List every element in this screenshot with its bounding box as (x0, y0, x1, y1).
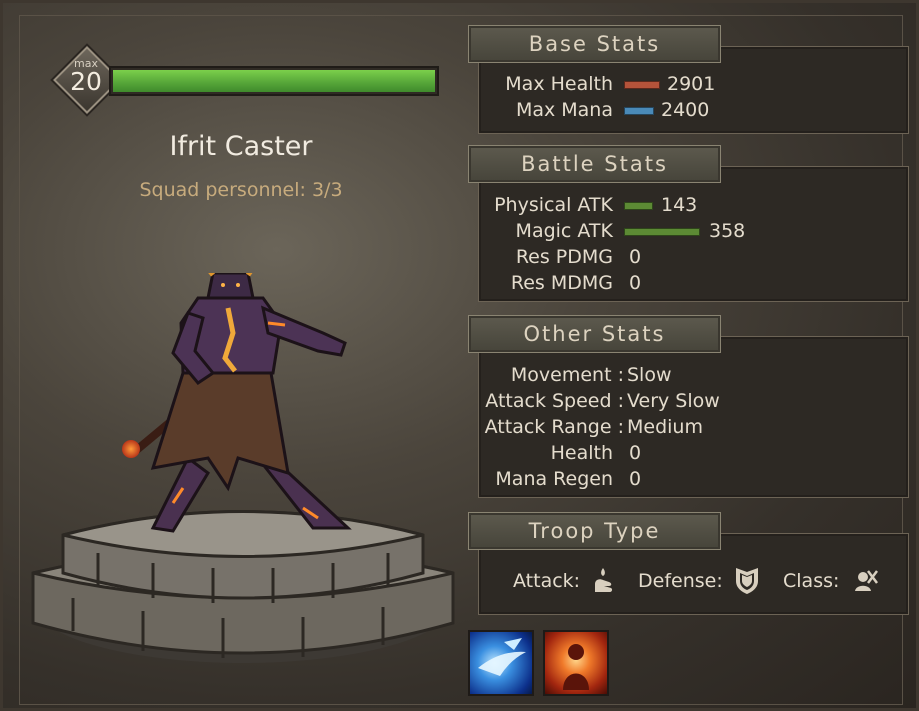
max-mana-value: 2400 (661, 99, 710, 121)
mana-regen-value: 0 (629, 468, 642, 490)
physical-atk-value: 143 (661, 194, 698, 216)
magic-atk-value: 358 (709, 220, 746, 242)
physical-atk-label: Physical ATK (494, 194, 613, 216)
attack-speed-label: Attack Speed : (485, 390, 624, 412)
res-mdmg-label: Res MDMG (510, 272, 613, 294)
health-label: Health (550, 442, 613, 464)
troop-attack-label: Attack: (513, 570, 581, 592)
attack-speed-value: Very Slow (627, 390, 720, 412)
unit-detail-screen: max 20 Ifrit Caster Squad personnel: 3/3 (0, 0, 919, 711)
level-number: 20 (70, 67, 102, 96)
max-mana-label: Max Mana (515, 99, 613, 121)
ice-wave-skill-icon[interactable] (468, 630, 534, 696)
shield-icon[interactable] (734, 565, 760, 595)
res-pdmg-label: Res PDMG (515, 246, 613, 268)
res-pdmg-value: 0 (629, 246, 642, 268)
fire-burst-skill-icon[interactable] (543, 630, 609, 696)
battle-stats-header: Battle Stats (468, 145, 721, 183)
max-mana-bar (624, 107, 654, 115)
squad-personnel: Squad personnel: 3/3 (139, 179, 343, 201)
movement-value: Slow (627, 364, 672, 386)
attack-range-value: Medium (627, 416, 703, 438)
troop-type-header: Troop Type (468, 512, 721, 550)
base-stats-header: Base Stats (468, 25, 721, 63)
magic-hand-icon[interactable] (591, 566, 615, 594)
res-mdmg-value: 0 (629, 272, 642, 294)
level-badge: max 20 (53, 46, 121, 114)
health-value: 0 (629, 442, 642, 464)
physical-atk-bar (624, 202, 653, 210)
other-stats-header: Other Stats (468, 315, 721, 353)
movement-label: Movement : (510, 364, 624, 386)
crossed-caster-icon[interactable] (850, 569, 878, 593)
max-health-value: 2901 (667, 73, 716, 95)
max-health-bar (624, 81, 660, 89)
troop-defense-label: Defense: (638, 570, 723, 592)
max-health-label: Max Health (505, 73, 613, 95)
troop-class-label: Class: (783, 570, 840, 592)
unit-name: Ifrit Caster (169, 131, 313, 162)
magic-atk-bar (624, 228, 700, 236)
attack-range-label: Attack Range : (484, 416, 624, 438)
mana-regen-label: Mana Regen (495, 468, 613, 490)
ifrit-caster-figure (122, 273, 352, 533)
magic-atk-label: Magic ATK (515, 220, 613, 242)
stone-pedestal (31, 510, 455, 663)
